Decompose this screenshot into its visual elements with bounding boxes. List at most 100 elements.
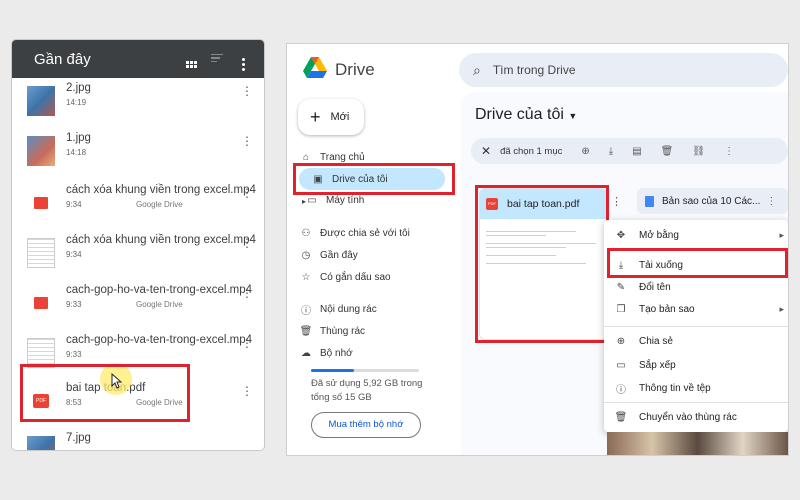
more-options-icon[interactable]: ⋮ [766, 196, 776, 207]
add-person-icon: ⊕ [616, 335, 626, 347]
grid-view-icon[interactable] [178, 51, 204, 68]
home-icon: ⌂ [302, 151, 310, 163]
sidebar-item-storage[interactable]: ☁ Bộ nhớ [299, 342, 353, 364]
sidebar-item-label: Được chia sẻ với tôi [320, 227, 410, 239]
more-options-icon[interactable]: ⋮ [241, 286, 253, 300]
sidebar-item-recent[interactable]: ◷ Gần đây [299, 244, 358, 266]
sidebar-item-label: Thùng rác [320, 325, 366, 337]
file-list-item[interactable]: cách xóa khung viền trong excel.mp4 9:34 G… [12, 180, 264, 226]
video-file-icon [27, 288, 55, 318]
storage-usage-text: Đã sử dụng 5,92 GB trong tổng số 15 GB [311, 378, 423, 403]
sidebar-item-label: Nội dung rác [320, 303, 377, 315]
folder-icon: ▭ [616, 359, 626, 371]
file-card-name: bai tap toan.pdf [507, 198, 580, 210]
more-options-icon[interactable]: ⋮ [241, 134, 253, 148]
sidebar-item-starred[interactable]: ☆ Có gắn dấu sao [299, 266, 391, 288]
close-icon[interactable]: ✕ [481, 144, 491, 158]
menu-divider [604, 326, 788, 327]
more-options-icon[interactable]: ⋮ [611, 195, 622, 208]
mobile-title: Gần đây [34, 50, 91, 68]
download-icon[interactable]: ⤓ [609, 146, 613, 157]
file-source: Google Drive [136, 200, 183, 209]
file-time: 8:53 [66, 398, 82, 407]
search-bar[interactable]: ⌕ Tìm trong Drive [459, 53, 788, 87]
mobile-top-bar: ☰ Gần đây [12, 40, 264, 78]
menu-item-label: Tạo bản sao [639, 303, 695, 315]
more-options-icon[interactable]: ⋮ [241, 186, 253, 200]
sidebar-item-home[interactable]: ⌂ Trang chủ [299, 146, 365, 168]
pointer-icon [111, 373, 123, 389]
file-time: 14:19 [66, 98, 87, 107]
file-card-header: PDF bai tap toan.pdf [480, 189, 606, 219]
menu-item-download[interactable]: ⤓ Tải xuống [604, 254, 788, 276]
menu-item-share[interactable]: ⊕ Chia sẻ [604, 330, 788, 352]
menu-item-label: Sắp xếp [639, 359, 676, 371]
file-list-item[interactable]: 2.jpg 14:19 ⋮ [12, 78, 264, 124]
more-options-icon[interactable]: ⋮ [241, 384, 253, 398]
trash-icon: 🗑 [299, 325, 313, 337]
file-list-item[interactable]: cách xóa khung viền trong excel.mp4 9:34 ⋮ [12, 230, 264, 276]
file-time: 9:33 [66, 300, 82, 309]
drive-web-panel: Drive ⌕ Tìm trong Drive + Mới ⌂ Trang ch… [287, 44, 788, 455]
file-thumbnail [27, 436, 55, 450]
file-list-item[interactable]: bai tap toan.pdf8:53Google Drive⋮ [12, 378, 264, 424]
selection-toolbar: ✕ đã chọn 1 mục ⊕ ⤓ ▤ 🗑 ⛓ ⋮ [471, 138, 788, 164]
more-options-icon[interactable]: ⋮ [724, 146, 734, 157]
context-menu: ✥ Mở bằng ▸ ⤓ Tải xuống ✎ Đổi tên ❐ Tạo … [604, 220, 788, 432]
file-name: 1.jpg [66, 132, 91, 144]
file-list-item[interactable]: 7.jpg [12, 428, 264, 450]
link-icon[interactable]: ⛓ [692, 146, 705, 157]
video-file-icon [27, 188, 55, 218]
add-person-icon[interactable]: ⊕ [581, 146, 589, 157]
selection-count: đã chọn 1 mục [500, 145, 563, 157]
more-options-icon[interactable]: ⋮ [241, 236, 253, 250]
sidebar-item-my-drive[interactable]: ▣ Drive của tôi [299, 168, 445, 190]
file-source: Google Drive [136, 398, 183, 407]
menu-item-organize[interactable]: ▭ Sắp xếp [604, 354, 788, 376]
search-icon: ⌕ [473, 61, 481, 78]
mobile-drive-panel: ☰ Gần đây 2.jpg14:19⋮1.jpg14:18⋮cách xóa… [12, 40, 264, 450]
chevron-right-icon: ▸ [779, 229, 784, 240]
file-card-selected[interactable]: PDF bai tap toan.pdf [479, 188, 607, 340]
sidebar-item-label: Bộ nhớ [320, 347, 353, 359]
sidebar-item-spam[interactable]: ⓘ Nội dung rác [299, 298, 377, 320]
clock-icon: ◷ [301, 249, 311, 261]
spam-icon: ⓘ [301, 305, 311, 317]
menu-item-open-with[interactable]: ✥ Mở bằng ▸ [604, 224, 788, 246]
file-card-other[interactable]: Bản sao của 10 Các... ⋮ [637, 188, 788, 214]
trash-icon[interactable]: 🗑 [661, 146, 674, 157]
menu-item-rename[interactable]: ✎ Đổi tên [604, 276, 788, 298]
cloud-icon: ☁ [301, 347, 311, 359]
edit-icon: ✎ [616, 281, 626, 293]
computer-icon: ▭ [307, 194, 317, 206]
buy-storage-button[interactable]: Mua thêm bộ nhớ [311, 412, 421, 438]
sidebar-item-computers[interactable]: ▭ Máy tính [305, 189, 364, 211]
menu-item-copy[interactable]: ❐ Tạo bản sao ▸ [604, 298, 788, 320]
more-options-icon[interactable]: ⋮ [241, 84, 253, 98]
more-options-icon[interactable] [230, 48, 256, 71]
page-title[interactable]: Drive của tôi ▼ [475, 106, 577, 124]
file-name: 7.jpg [66, 432, 91, 444]
more-options-icon[interactable]: ⋮ [241, 336, 253, 350]
sidebar-item-shared[interactable]: ⚇ Được chia sẻ với tôi [299, 222, 410, 244]
menu-item-file-info[interactable]: ⓘ Thông tin về tệp [604, 377, 788, 399]
file-card-name: Bản sao của 10 Các... [662, 195, 761, 207]
menu-item-move-to-trash[interactable]: 🗑 Chuyển vào thùng rác [604, 406, 788, 428]
file-thumbnail [27, 338, 55, 368]
file-source: Google Drive [136, 300, 183, 309]
file-list-item[interactable]: cach-gop-ho-va-ten-trong-excel.mp4 9:33 Go… [12, 280, 264, 326]
move-arrows-icon: ✥ [616, 229, 626, 241]
file-thumbnail [27, 238, 55, 268]
move-folder-icon[interactable]: ▤ [632, 146, 641, 157]
sort-icon[interactable] [204, 51, 230, 67]
file-time: 9:34 [66, 200, 82, 209]
photo-thumbnails [607, 432, 788, 455]
file-list-item[interactable]: cach-gop-ho-va-ten-trong-excel.mp4 9:33 ⋮ [12, 330, 264, 376]
file-list-item[interactable]: 1.jpg 14:18 ⋮ [12, 128, 264, 174]
sidebar-item-label: Drive của tôi [332, 173, 388, 185]
new-button[interactable]: + Mới [298, 99, 364, 135]
google-drive-logo-icon [303, 57, 327, 78]
sidebar-item-trash[interactable]: 🗑 Thùng rác [299, 320, 365, 342]
trash-icon: 🗑 [614, 411, 628, 423]
file-name: 2.jpg [66, 82, 91, 94]
